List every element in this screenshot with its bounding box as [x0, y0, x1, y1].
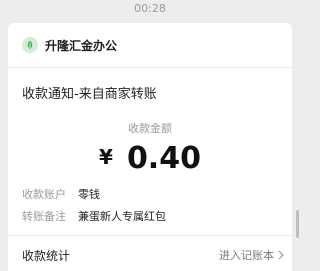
detail-row-remark: 转账备注 兼蛋新人专属红包 [22, 208, 166, 224]
detail-row-account: 收款账户 零钱 [22, 186, 100, 202]
detail-key: 转账备注 [22, 210, 66, 223]
scrollbar[interactable] [296, 210, 299, 238]
card-header[interactable]: 升隆汇金办公 [22, 35, 117, 55]
stats-label: 收款统计 [22, 248, 71, 263]
footer-stats-row[interactable]: 收款统计 进入记账本 [22, 245, 284, 265]
detail-value: 零钱 [78, 188, 100, 201]
open-ledger-label: 进入记账本 [219, 249, 274, 262]
amount-label: 收款金额 [128, 122, 172, 135]
amount-display: ¥0.40 [8, 141, 292, 176]
open-ledger-link[interactable]: 进入记账本 [219, 247, 284, 263]
chat-timestamp: 00:28 [134, 2, 166, 15]
detail-value: 兼蛋新人专属红包 [78, 210, 166, 223]
amount-value: 0.40 [126, 141, 201, 176]
payment-notice-card[interactable]: 升隆汇金办公 收款通知-来自商家转账 收款金额 ¥0.40 收款账户 零钱 转账… [8, 23, 292, 271]
header-divider [8, 67, 292, 68]
footer-divider [8, 235, 292, 236]
chevron-right-icon [278, 250, 284, 260]
detail-key: 收款账户 [22, 188, 66, 201]
currency-symbol: ¥ [99, 145, 113, 169]
leaf-icon [22, 37, 38, 53]
app-name: 升隆汇金办公 [45, 38, 118, 53]
notice-title: 收款通知-来自商家转账 [22, 87, 157, 102]
